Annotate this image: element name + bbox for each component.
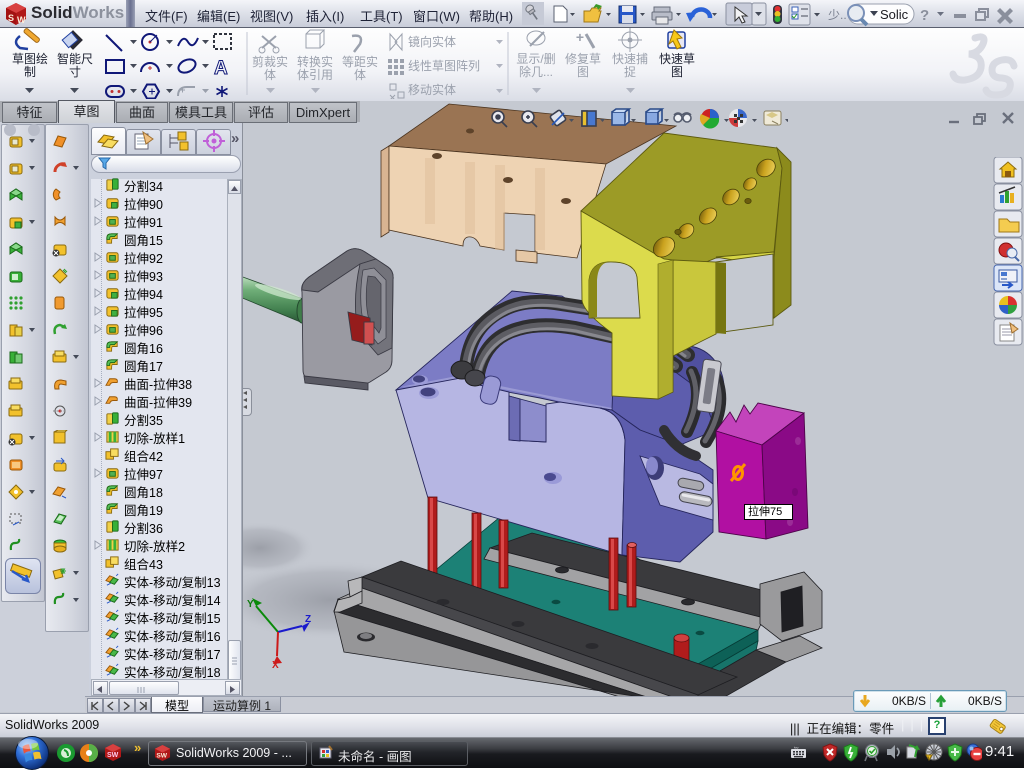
svg-text:图: 图	[577, 65, 589, 79]
svg-text:快速草: 快速草	[659, 52, 695, 66]
svg-text:快速捕: 快速捕	[612, 51, 648, 66]
svg-text:key: key	[794, 746, 799, 750]
svg-text:草图绘: 草图绘	[12, 51, 48, 66]
svg-text:A: A	[214, 58, 228, 79]
svg-text:少..: 少..	[828, 8, 847, 22]
svg-text:体: 体	[264, 68, 276, 82]
svg-text:图: 图	[671, 65, 683, 79]
svg-text:W: W	[17, 15, 26, 25]
svg-text:智能尺: 智能尺	[57, 51, 93, 66]
svg-text:Solic: Solic	[880, 7, 909, 22]
svg-text:显示/删: 显示/删	[516, 52, 555, 66]
svg-text:X: X	[272, 660, 279, 671]
svg-text:镜向实体: 镜向实体	[408, 34, 456, 49]
svg-text:?: ?	[920, 7, 929, 24]
svg-text:制: 制	[24, 65, 36, 79]
svg-text:S: S	[8, 13, 14, 23]
svg-text:!: !	[928, 756, 929, 761]
svg-text:移动实体: 移动实体	[408, 82, 456, 97]
svg-text:捉: 捉	[624, 64, 636, 79]
svg-text:剪裁实: 剪裁实	[252, 54, 288, 69]
svg-text:等距实: 等距实	[342, 54, 378, 69]
svg-text:修复草: 修复草	[565, 51, 601, 66]
svg-text:体: 体	[354, 68, 366, 82]
svg-text:除几...: 除几...	[519, 64, 553, 79]
svg-text:寸: 寸	[69, 65, 81, 79]
svg-text:Y: Y	[247, 599, 254, 610]
svg-text:SW: SW	[156, 752, 167, 759]
svg-text:线性草图阵列: 线性草图阵列	[408, 59, 480, 73]
svg-text:SW: SW	[107, 752, 119, 759]
svg-text:+: +	[576, 29, 584, 45]
svg-text:Z: Z	[305, 614, 311, 625]
svg-text:转换实: 转换实	[297, 54, 333, 69]
svg-text:体引用: 体引用	[297, 68, 333, 82]
